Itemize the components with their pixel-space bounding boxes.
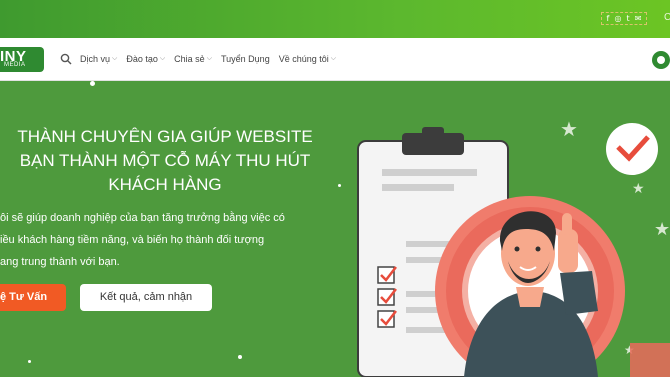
nav-item-label: Chia sẻ — [174, 54, 205, 64]
decor-dot — [28, 360, 31, 363]
topbar-trailing-text: C — [664, 12, 670, 23]
chevron-down-icon: ⌵ — [330, 55, 337, 62]
instagram-icon[interactable]: ◎ — [614, 14, 621, 23]
headline-line: BẠN THÀNH MỘT CỖ MÁY THU HÚT — [19, 151, 311, 170]
logo-subtext: MEDIA — [4, 62, 26, 68]
top-bar: f ◎ t ✉ C — [0, 0, 670, 38]
hero-illustration — [357, 123, 670, 377]
hero-section: ★ ★ ★ ★ ★ THÀNH CHUYÊN GIA GIÚP WEBSITE … — [0, 81, 670, 377]
hero-headline: THÀNH CHUYÊN GIA GIÚP WEBSITE BẠN THÀNH … — [0, 125, 330, 197]
decor-dot — [238, 355, 242, 359]
nav-item-dao-tao[interactable]: Đào tạo ⌵ — [126, 54, 165, 64]
nav-item-dich-vu[interactable]: Dịch vụ ⌵ — [80, 54, 117, 64]
main-navbar: INY MEDIA Dịch vụ ⌵ Đào tạo ⌵ Chia sẻ ⌵ … — [0, 38, 670, 81]
lead-line: ang trung thành với bạn. — [0, 256, 120, 268]
results-button[interactable]: Kết quả, cảm nhận — [80, 284, 212, 311]
chevron-down-icon: ⌵ — [206, 55, 212, 62]
email-icon[interactable]: ✉ — [635, 14, 642, 23]
decor-dot — [90, 81, 95, 86]
headline-line: THÀNH CHUYÊN GIA GIÚP WEBSITE — [17, 127, 313, 146]
nav-menu: Dịch vụ ⌵ Đào tạo ⌵ Chia sẻ ⌵ Tuyển Dụng… — [80, 54, 336, 64]
nav-item-tuyen-dung[interactable]: Tuyển Dụng — [221, 54, 270, 64]
nav-item-label: Tuyển Dụng — [221, 54, 270, 64]
chevron-down-icon: ⌵ — [159, 55, 166, 62]
twitter-icon[interactable]: t — [627, 14, 630, 23]
search-icon[interactable] — [60, 53, 72, 65]
headline-line: KHÁCH HÀNG — [108, 175, 222, 194]
chevron-down-icon: ⌵ — [112, 55, 118, 62]
checkbox-icon — [377, 288, 397, 306]
nav-item-label: Về chúng tôi — [278, 54, 329, 64]
lead-line: iều khách hàng tiềm năng, và biến họ thà… — [0, 234, 265, 246]
lead-line: ôi sẽ giúp doanh nghiệp của bạn tăng trư… — [0, 212, 285, 224]
decor-block — [630, 343, 670, 377]
consult-button[interactable]: ệ Tư Vấn — [0, 284, 66, 311]
account-button[interactable] — [652, 51, 670, 69]
nav-item-chia-se[interactable]: Chia sẻ ⌵ — [174, 54, 212, 64]
checkbox-icon — [377, 266, 397, 284]
social-links: f ◎ t ✉ — [601, 12, 647, 25]
hero-lead-text: ôi sẽ giúp doanh nghiệp của bạn tăng trư… — [0, 207, 330, 273]
checkbox-icon — [377, 310, 397, 328]
nav-item-label: Dịch vụ — [80, 54, 111, 64]
check-bubble-icon — [606, 123, 658, 175]
nav-item-label: Đào tạo — [126, 54, 158, 64]
logo[interactable]: INY MEDIA — [0, 47, 44, 72]
facebook-icon[interactable]: f — [607, 14, 610, 23]
nav-item-ve-chung-toi[interactable]: Về chúng tôi ⌵ — [279, 54, 336, 64]
